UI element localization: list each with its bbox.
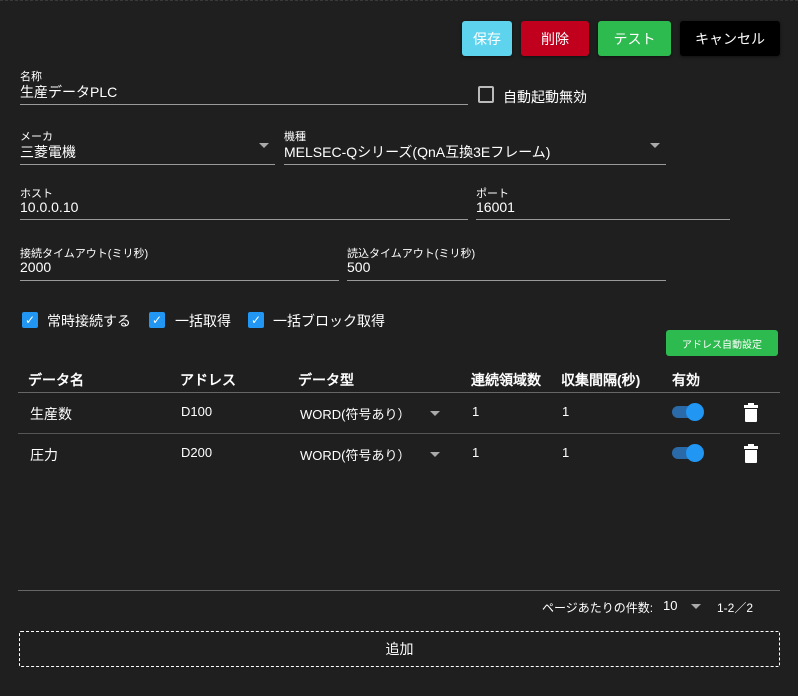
bulk-fetch-label: 一括取得 — [175, 313, 231, 329]
chevron-down-icon[interactable] — [691, 604, 701, 609]
per-page-label: ページあたりの件数: — [542, 601, 654, 615]
maker-value: 三菱電機 — [20, 144, 76, 160]
maker-underline — [20, 164, 275, 165]
chevron-down-icon — [259, 143, 269, 148]
divider — [18, 590, 780, 591]
enabled-toggle[interactable] — [672, 444, 704, 462]
page-range: 1-2／2 — [717, 601, 754, 615]
host-value: 10.0.0.10 — [20, 199, 79, 215]
trash-icon[interactable] — [744, 444, 758, 463]
connect-timeout-underline — [20, 280, 339, 281]
cell-interval: 1 — [562, 404, 570, 419]
cell-address: D200 — [181, 445, 213, 460]
bulk-block-fetch-label: 一括ブロック取得 — [273, 313, 385, 329]
cell-type[interactable]: WORD(符号あり） — [300, 404, 411, 423]
connect-timeout-value: 2000 — [20, 259, 52, 275]
always-connect-label: 常時接続する — [47, 313, 131, 329]
delete-button[interactable]: 削除 — [521, 21, 589, 56]
port-underline — [476, 219, 730, 220]
read-timeout-value: 500 — [347, 259, 371, 275]
cell-name: 圧力 — [30, 447, 58, 463]
save-button[interactable]: 保存 — [462, 21, 512, 56]
name-underline — [20, 104, 468, 105]
column-header[interactable]: データ名 — [28, 370, 84, 390]
always-connect-checkbox[interactable]: ✓ — [22, 312, 38, 328]
chevron-down-icon — [650, 143, 660, 148]
per-page-select[interactable]: 10 — [663, 598, 677, 613]
cell-name: 生産数 — [30, 406, 72, 422]
port-value: 16001 — [476, 199, 515, 215]
cell-count: 1 — [472, 445, 480, 460]
cell-count: 1 — [472, 404, 480, 419]
column-header[interactable]: 収集間隔(秒) — [561, 370, 640, 390]
cell-type[interactable]: WORD(符号あり） — [300, 445, 411, 464]
trash-icon[interactable] — [744, 403, 758, 422]
bulk-fetch-checkbox[interactable]: ✓ — [149, 312, 165, 328]
name-value: 生産データPLC — [20, 84, 118, 100]
chevron-down-icon[interactable] — [430, 452, 440, 457]
cancel-button[interactable]: キャンセル — [680, 21, 780, 56]
divider — [18, 392, 780, 393]
auto-start-disabled-label: 自動起動無効 — [503, 89, 587, 105]
chevron-down-icon[interactable] — [430, 411, 440, 416]
column-header[interactable]: 連続領域数 — [471, 370, 541, 390]
model-value: MELSEC-Qシリーズ(QnA互換3Eフレーム) — [284, 144, 551, 160]
auto-start-disabled-checkbox[interactable] — [478, 86, 494, 103]
column-header[interactable]: データ型 — [298, 370, 354, 390]
test-button[interactable]: テスト — [598, 21, 671, 56]
column-header[interactable]: アドレス — [180, 370, 236, 390]
divider — [18, 433, 780, 434]
read-timeout-underline — [347, 280, 666, 281]
add-button[interactable]: 追加 — [19, 631, 780, 667]
bulk-block-fetch-checkbox[interactable]: ✓ — [248, 312, 264, 328]
cell-address: D100 — [181, 404, 213, 419]
host-underline — [20, 219, 468, 220]
auto-address-button[interactable]: アドレス自動設定 — [666, 330, 778, 356]
model-underline — [284, 164, 666, 165]
enabled-toggle[interactable] — [672, 403, 704, 421]
column-header[interactable]: 有効 — [672, 370, 700, 390]
cell-interval: 1 — [562, 445, 570, 460]
